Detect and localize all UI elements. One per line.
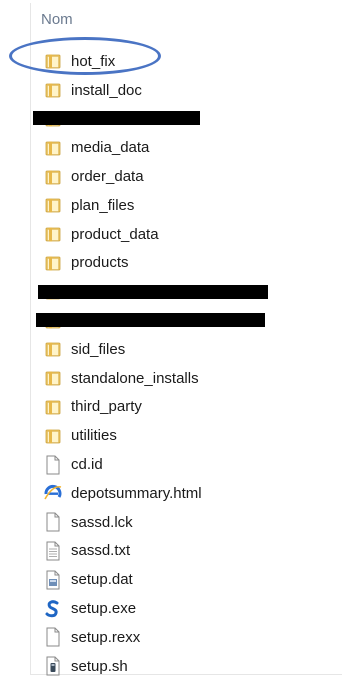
file-row-products[interactable]: products <box>0 249 342 278</box>
file-name: media_data <box>71 139 150 157</box>
file-name: hot_fix <box>71 52 116 70</box>
file-row-third-party[interactable]: third_party <box>0 393 342 422</box>
file-name: third_party <box>71 398 142 416</box>
file-row-standalone-installs[interactable]: standalone_installs <box>0 364 342 393</box>
column-header-name[interactable]: Nom <box>41 11 73 28</box>
file-name: depotsummary.html <box>71 484 202 502</box>
sas-executable-icon <box>43 599 63 619</box>
file-name: sassd.txt <box>71 542 131 560</box>
file-name: sassd.lck <box>71 513 133 531</box>
file-list: hot_fix install_doc media_data order_dat… <box>0 47 342 681</box>
file-row-depotsummary-html[interactable]: depotsummary.html <box>0 479 342 508</box>
file-name: utilities <box>71 427 117 445</box>
folder-icon <box>43 253 63 273</box>
internet-explorer-html-icon <box>43 483 63 503</box>
folder-icon <box>43 51 63 71</box>
file-row-setup-exe[interactable]: setup.exe <box>0 594 342 623</box>
file-name: product_data <box>71 225 159 243</box>
redaction-bar <box>33 111 200 125</box>
file-row-plan-files[interactable]: plan_files <box>0 191 342 220</box>
file-name: plan_files <box>71 196 135 214</box>
folder-icon <box>43 167 63 187</box>
file-name: standalone_installs <box>71 369 199 387</box>
file-row-order-data[interactable]: order_data <box>0 162 342 191</box>
file-row-sid-files[interactable]: sid_files <box>0 335 342 364</box>
file-name: order_data <box>71 168 144 186</box>
file-name: setup.exe <box>71 600 137 618</box>
folder-icon <box>43 426 63 446</box>
blank-file-icon <box>43 512 63 532</box>
file-name: install_doc <box>71 81 142 99</box>
folder-icon <box>43 138 63 158</box>
file-row-product-data[interactable]: product_data <box>0 220 342 249</box>
file-row-sassd-lck[interactable]: sassd.lck <box>0 508 342 537</box>
file-name: products <box>71 254 129 272</box>
data-file-icon <box>43 570 63 590</box>
redaction-bar <box>36 313 265 327</box>
file-row-media-data[interactable]: media_data <box>0 133 342 162</box>
folder-icon <box>43 397 63 417</box>
folder-icon <box>43 368 63 388</box>
folder-icon <box>43 195 63 215</box>
redaction-bar <box>38 285 268 299</box>
file-name: setup.sh <box>71 657 128 675</box>
file-row-cd-id[interactable]: cd.id <box>0 450 342 479</box>
file-row-sassd-txt[interactable]: sassd.txt <box>0 537 342 566</box>
folder-icon <box>43 339 63 359</box>
folder-icon <box>43 224 63 244</box>
file-name: sid_files <box>71 340 126 358</box>
file-row-utilities[interactable]: utilities <box>0 421 342 450</box>
folder-icon <box>43 80 63 100</box>
file-row-hot-fix[interactable]: hot_fix <box>0 47 342 76</box>
blank-file-icon <box>43 455 63 475</box>
file-name: setup.rexx <box>71 628 141 646</box>
file-row-install-doc[interactable]: install_doc <box>0 76 342 105</box>
blank-file-icon <box>43 627 63 647</box>
file-row-setup-dat[interactable]: setup.dat <box>0 565 342 594</box>
text-file-icon <box>43 541 63 561</box>
file-row-setup-sh[interactable]: setup.sh <box>0 652 342 681</box>
file-name: cd.id <box>71 456 103 474</box>
file-name: setup.dat <box>71 571 133 589</box>
file-row-setup-rexx[interactable]: setup.rexx <box>0 623 342 652</box>
shell-script-icon <box>43 656 63 676</box>
